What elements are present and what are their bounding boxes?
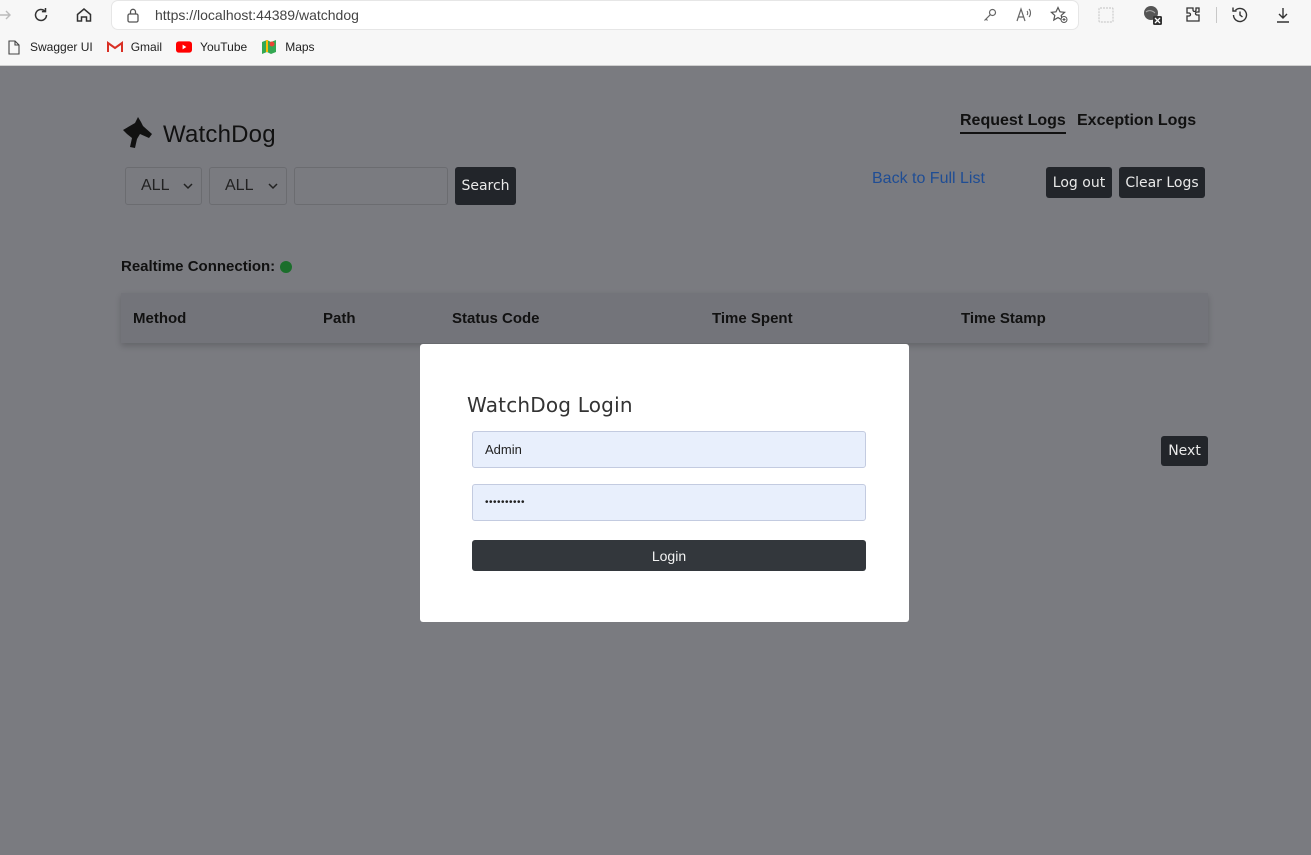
refresh-icon[interactable]	[28, 3, 54, 27]
lock-icon	[126, 7, 140, 28]
logs-table-header: Method Path Status Code Time Spent Time …	[121, 293, 1208, 343]
column-time-stamp: Time Stamp	[961, 310, 1046, 327]
password-field[interactable]: ••••••••••	[472, 484, 866, 521]
extension-blocked-icon[interactable]	[1139, 3, 1165, 27]
bookmark-maps[interactable]: Maps	[261, 39, 315, 55]
watchdog-page: WatchDog Request Logs Exception Logs ALL…	[0, 66, 1311, 855]
read-aloud-icon[interactable]	[1014, 6, 1034, 24]
forward-icon[interactable]	[0, 3, 18, 27]
realtime-label: Realtime Connection:	[121, 258, 276, 275]
brand-logo[interactable]: WatchDog	[121, 116, 276, 153]
clear-logs-button[interactable]: Clear Logs	[1119, 167, 1205, 198]
modal-title: WatchDog Login	[467, 393, 633, 417]
history-icon[interactable]	[1227, 3, 1253, 27]
status-select-value: ALL	[225, 177, 254, 194]
column-method: Method	[133, 310, 187, 327]
status-select[interactable]: ALL	[209, 167, 287, 205]
nav-exception-logs[interactable]: Exception Logs	[1077, 112, 1196, 130]
favorite-add-icon[interactable]	[1049, 6, 1069, 24]
bookmark-label: Swagger UI	[30, 40, 93, 54]
column-status-code: Status Code	[452, 310, 540, 327]
bookmarks-bar: Swagger UI Gmail YouTube Maps	[0, 36, 323, 58]
gmail-icon	[106, 39, 123, 55]
login-modal: WatchDog Login Admin •••••••••• Login	[420, 344, 909, 622]
collections-icon[interactable]	[1093, 3, 1119, 27]
toolbar-separator	[1216, 7, 1217, 23]
search-button[interactable]: Search	[455, 167, 516, 205]
bookmark-swagger[interactable]: Swagger UI	[6, 39, 93, 55]
key-icon[interactable]	[980, 6, 1000, 24]
method-select-value: ALL	[141, 177, 170, 194]
youtube-icon	[176, 39, 193, 55]
connection-status-dot	[280, 260, 293, 273]
logout-button[interactable]: Log out	[1046, 167, 1112, 198]
dog-head-icon	[121, 116, 155, 153]
chevron-down-icon	[267, 179, 279, 197]
chevron-down-icon	[182, 179, 194, 197]
address-bar[interactable]: https://localhost:44389/watchdog	[112, 1, 1078, 29]
brand-name: WatchDog	[163, 120, 276, 148]
home-icon[interactable]	[71, 3, 97, 27]
next-page-button[interactable]: Next	[1161, 436, 1208, 466]
column-time-spent: Time Spent	[712, 310, 793, 327]
page-icon	[6, 39, 22, 55]
back-to-full-list-link[interactable]: Back to Full List	[872, 170, 985, 188]
realtime-connection: Realtime Connection:	[121, 258, 293, 275]
bookmark-label: Maps	[285, 40, 315, 54]
username-field[interactable]: Admin	[472, 431, 866, 468]
search-input[interactable]	[294, 167, 448, 205]
method-select[interactable]: ALL	[125, 167, 202, 205]
login-button[interactable]: Login	[472, 540, 866, 571]
extensions-icon[interactable]	[1180, 3, 1206, 27]
bookmark-label: Gmail	[130, 40, 163, 54]
bookmark-label: YouTube	[200, 40, 248, 54]
bookmark-youtube[interactable]: YouTube	[176, 39, 247, 55]
download-icon[interactable]	[1270, 3, 1296, 27]
nav-request-logs[interactable]: Request Logs	[960, 112, 1066, 134]
browser-chrome: https://localhost:44389/watchdog Swagger…	[0, 0, 1311, 66]
maps-icon	[261, 39, 277, 55]
url-text: https://localhost:44389/watchdog	[155, 7, 359, 23]
column-path: Path	[323, 310, 356, 327]
bookmark-gmail[interactable]: Gmail	[106, 39, 163, 55]
